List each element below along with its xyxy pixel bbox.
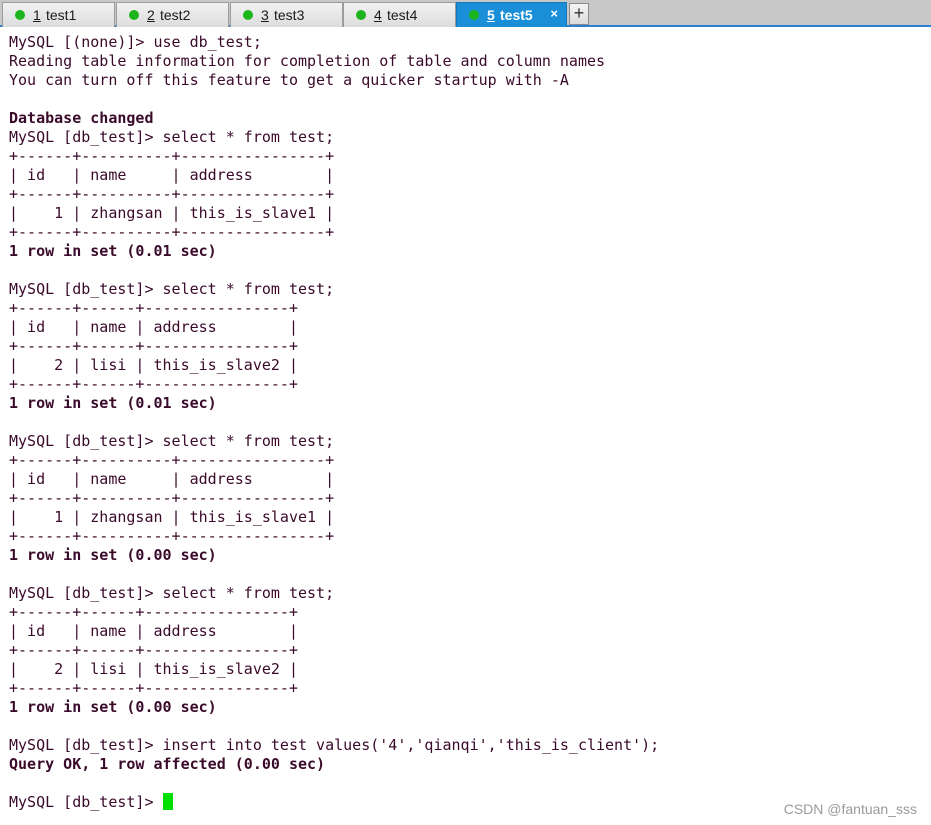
terminal-line: MySQL [db_test]> select * from test;: [9, 128, 335, 146]
terminal-line: MySQL [db_test]> select * from test;: [9, 584, 335, 602]
terminal-cursor: [162, 793, 173, 810]
tab-label: test5: [500, 7, 533, 23]
terminal-line: +------+----------+----------------+: [9, 527, 335, 545]
terminal-line: +------+------+----------------+: [9, 375, 298, 393]
add-tab-button[interactable]: +: [569, 3, 589, 25]
terminal-line: | 2 | lisi | this_is_slave2 |: [9, 660, 298, 678]
terminal-line: MySQL [db_test]> select * from test;: [9, 432, 335, 450]
terminal-line: 1 row in set (0.01 sec): [9, 242, 217, 260]
tab-test3[interactable]: 3 test3: [230, 2, 343, 27]
terminal-prompt-line[interactable]: MySQL [db_test]>: [9, 793, 659, 812]
terminal-line: +------+----------+----------------+: [9, 223, 335, 241]
terminal-line: +------+------+----------------+: [9, 641, 298, 659]
terminal-line: MySQL [(none)]> use db_test;: [9, 33, 262, 51]
watermark: CSDN @fantuan_sss: [783, 801, 917, 817]
tab-test2[interactable]: 2 test2: [116, 2, 229, 27]
tab-label: test2: [160, 7, 191, 23]
tab-number: 1: [33, 7, 41, 23]
terminal-line: | 1 | zhangsan | this_is_slave1 |: [9, 204, 335, 222]
terminal-line: 1 row in set (0.00 sec): [9, 546, 217, 564]
tab-label: test1: [46, 7, 77, 23]
terminal-line: +------+------+----------------+: [9, 299, 298, 317]
terminal-line: Database changed: [9, 109, 154, 127]
tab-test4[interactable]: 4 test4: [343, 2, 456, 27]
tab-test5[interactable]: 5 test5 ×: [456, 2, 567, 27]
tab-test1[interactable]: 1 test1: [2, 2, 115, 27]
terminal-line: +------+------+----------------+: [9, 679, 298, 697]
tab-number: 2: [147, 7, 155, 23]
terminal-line: 1 row in set (0.01 sec): [9, 394, 217, 412]
connection-status-icon: [243, 10, 253, 20]
connection-status-icon: [129, 10, 139, 20]
terminal-line: +------+----------+----------------+: [9, 451, 335, 469]
tab-number: 5: [487, 7, 495, 23]
terminal-line: 1 row in set (0.00 sec): [9, 698, 217, 716]
terminal-line: MySQL [db_test]> select * from test;: [9, 280, 335, 298]
close-icon[interactable]: ×: [550, 6, 558, 21]
tab-label: test4: [387, 7, 418, 23]
tab-label: test3: [274, 7, 305, 23]
tab-number: 3: [261, 7, 269, 23]
terminal-line: | id | name | address |: [9, 318, 298, 336]
terminal-line: +------+----------+----------------+: [9, 489, 335, 507]
connection-status-icon: [15, 10, 25, 20]
terminal-line: | id | name | address |: [9, 622, 298, 640]
connection-status-icon: [356, 10, 366, 20]
connection-status-icon: [469, 10, 479, 20]
terminal-line: | 1 | zhangsan | this_is_slave1 |: [9, 508, 335, 526]
terminal-line: +------+----------+----------------+: [9, 185, 335, 203]
terminal-line: MySQL [db_test]> insert into test values…: [9, 736, 660, 754]
terminal-line: Query OK, 1 row affected (0.00 sec): [9, 755, 326, 773]
terminal-line: +------+------+----------------+: [9, 337, 298, 355]
terminal-line: You can turn off this feature to get a q…: [9, 71, 569, 89]
terminal-line: | 2 | lisi | this_is_slave2 |: [9, 356, 298, 374]
terminal-line: +------+------+----------------+: [9, 603, 298, 621]
terminal-output[interactable]: MySQL [(none)]> use db_test; Reading tabl…: [9, 33, 659, 812]
terminal-prompt: MySQL [db_test]>: [9, 793, 163, 811]
terminal-line: | id | name | address |: [9, 470, 335, 488]
terminal-line: +------+----------+----------------+: [9, 147, 335, 165]
tab-bar: 1 test1 2 test2 3 test3 4 test4 5 test5 …: [0, 0, 931, 27]
terminal-line: Reading table information for completion…: [9, 52, 606, 70]
terminal-line: | id | name | address |: [9, 166, 335, 184]
tab-number: 4: [374, 7, 382, 23]
